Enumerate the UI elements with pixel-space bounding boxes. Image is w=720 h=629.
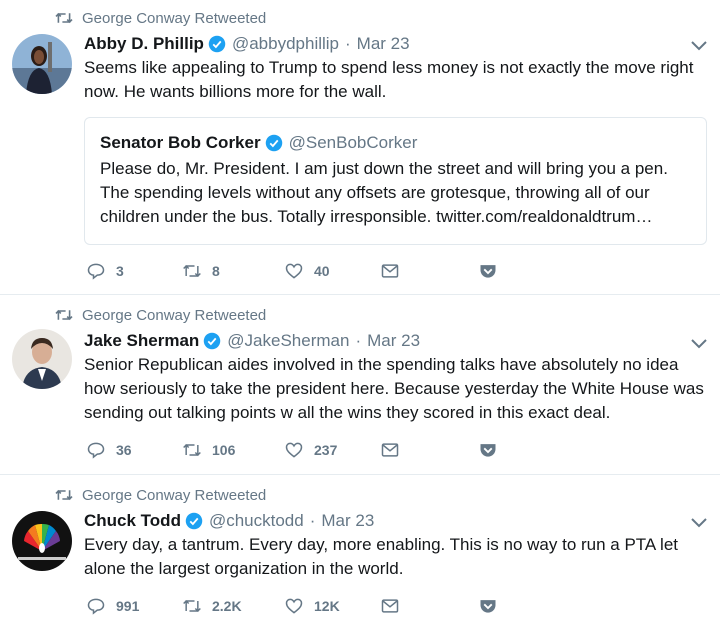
- author-name[interactable]: Jake Sherman: [84, 331, 199, 351]
- reply-button[interactable]: 3: [86, 261, 182, 281]
- retweet-context[interactable]: George Conway Retweeted: [54, 8, 266, 28]
- like-button[interactable]: 40: [284, 261, 380, 281]
- verified-badge-icon: [208, 35, 226, 53]
- retweet-context-label: George Conway Retweeted: [82, 486, 267, 504]
- avatar[interactable]: [12, 329, 72, 389]
- reply-count: 36: [116, 442, 132, 458]
- retweet-icon: [54, 10, 74, 26]
- retweet-icon: [183, 264, 201, 278]
- retweet-context[interactable]: George Conway Retweeted: [54, 485, 266, 505]
- retweet-icon: [183, 599, 201, 613]
- quoted-tweet-header: Senator Bob Corker @SenBobCorker: [100, 132, 691, 154]
- caret-down-icon[interactable]: [690, 338, 708, 350]
- reply-icon: [87, 598, 105, 615]
- tweet-header: Chuck Todd @chucktodd · Mar 23: [84, 509, 374, 533]
- retweet-icon: [183, 443, 201, 457]
- like-button[interactable]: 237: [284, 440, 380, 460]
- direct-message-icon: [381, 264, 399, 278]
- tweet-header: Abby D. Phillip @abbydphillip · Mar 23: [84, 32, 410, 56]
- author-handle[interactable]: @JakeSherman: [227, 331, 349, 351]
- tweet-actions: 991 2.2K 12K: [86, 595, 498, 617]
- caret-down-icon[interactable]: [690, 40, 708, 52]
- pocket-button[interactable]: [478, 440, 498, 460]
- author-handle[interactable]: @abbydphillip: [232, 34, 339, 54]
- tweet-header: Jake Sherman @JakeSherman · Mar 23: [84, 329, 420, 353]
- retweet-button[interactable]: 106: [182, 440, 284, 460]
- retweet-icon: [54, 307, 74, 323]
- retweet-context-label: George Conway Retweeted: [82, 9, 267, 27]
- reply-count: 991: [116, 598, 140, 614]
- tweet-text: Seems like appealing to Trump to spend l…: [84, 58, 694, 101]
- timestamp[interactable]: Mar 23: [357, 34, 410, 54]
- verified-badge-icon: [203, 332, 221, 350]
- author-name[interactable]: Abby D. Phillip: [84, 34, 204, 54]
- retweet-button[interactable]: 2.2K: [182, 596, 284, 616]
- retweet-icon: [54, 487, 74, 503]
- like-icon: [285, 263, 303, 279]
- reply-button[interactable]: 991: [86, 596, 182, 616]
- reply-count: 3: [116, 263, 124, 279]
- pocket-icon: [480, 600, 496, 613]
- separator: ·: [355, 331, 362, 350]
- retweet-button[interactable]: 8: [182, 261, 284, 281]
- retweet-count: 2.2K: [212, 598, 242, 614]
- direct-message-icon: [381, 443, 399, 457]
- author-handle[interactable]: @chucktodd: [209, 511, 304, 531]
- like-button[interactable]: 12K: [284, 596, 380, 616]
- retweet-context[interactable]: George Conway Retweeted: [54, 305, 266, 325]
- direct-message-button[interactable]: [380, 596, 478, 616]
- like-count: 237: [314, 442, 338, 458]
- avatar[interactable]: [12, 511, 72, 571]
- reply-button[interactable]: 36: [86, 440, 182, 460]
- timestamp[interactable]: Mar 23: [321, 511, 374, 531]
- tweet-actions: 3 8 40: [86, 260, 498, 282]
- timestamp[interactable]: Mar 23: [367, 331, 420, 351]
- tweet[interactable]: George Conway Retweeted Abby D. Phillip …: [0, 0, 720, 295]
- pocket-icon: [480, 265, 496, 278]
- caret-down-icon[interactable]: [690, 517, 708, 529]
- reply-icon: [87, 263, 105, 280]
- reply-icon: [87, 442, 105, 459]
- like-count: 40: [314, 263, 330, 279]
- quoted-author-handle: @SenBobCorker: [288, 133, 418, 152]
- tweet-text: Senior Republican aides involved in the …: [84, 355, 704, 422]
- verified-badge-icon: [265, 134, 283, 152]
- timeline: George Conway Retweeted Abby D. Phillip …: [0, 0, 720, 629]
- tweet-text: Every day, a tantrum. Every day, more en…: [84, 535, 679, 578]
- retweet-count: 8: [212, 263, 220, 279]
- tweet[interactable]: George Conway Retweeted Chuck Todd @chuc…: [0, 475, 720, 629]
- verified-badge-icon: [185, 512, 203, 530]
- tweet[interactable]: George Conway Retweeted Jake Sherman @Ja…: [0, 295, 720, 475]
- direct-message-icon: [381, 599, 399, 613]
- pocket-button[interactable]: [478, 261, 498, 281]
- like-icon: [285, 598, 303, 614]
- separator: ·: [309, 511, 316, 530]
- author-name[interactable]: Chuck Todd: [84, 511, 181, 531]
- avatar[interactable]: [12, 34, 72, 94]
- like-count: 12K: [314, 598, 340, 614]
- quoted-tweet-text: Please do, Mr. President. I am just down…: [100, 159, 668, 226]
- pocket-icon: [480, 444, 496, 457]
- direct-message-button[interactable]: [380, 261, 478, 281]
- retweet-context-label: George Conway Retweeted: [82, 306, 267, 324]
- quoted-tweet[interactable]: Senator Bob Corker @SenBobCorker Please …: [84, 117, 707, 245]
- direct-message-button[interactable]: [380, 440, 478, 460]
- pocket-button[interactable]: [478, 596, 498, 616]
- retweet-count: 106: [212, 442, 236, 458]
- quoted-author-name: Senator Bob Corker: [100, 133, 261, 152]
- separator: ·: [345, 34, 351, 53]
- tweet-actions: 36 106 237: [86, 439, 498, 461]
- like-icon: [285, 442, 303, 458]
